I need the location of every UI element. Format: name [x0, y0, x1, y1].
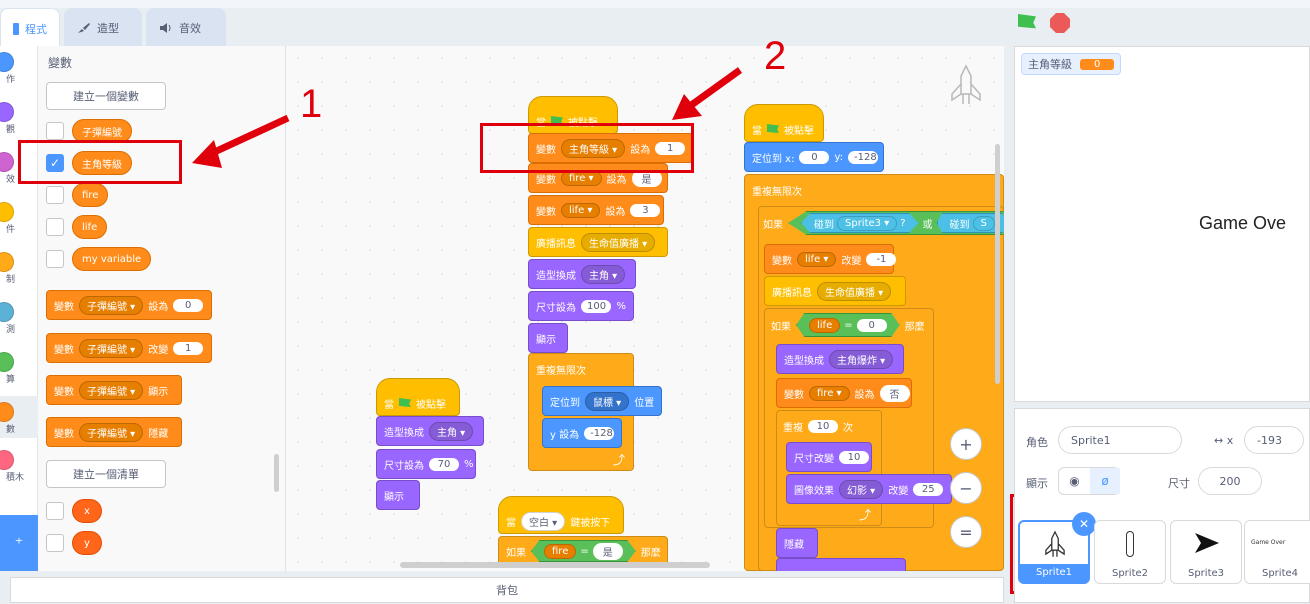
sprite-name: Sprite1 [1020, 564, 1088, 582]
show-label: 顯示 [1026, 477, 1048, 490]
bullet-icon [1126, 531, 1134, 557]
delete-sprite-button[interactable]: ✕ [1072, 512, 1096, 536]
x-label: ↔ x [1214, 434, 1234, 447]
game-over-text: Game Ove [1199, 213, 1287, 233]
size-label: 尺寸 [1168, 477, 1190, 490]
game-over-thumb-text: Game Over [1251, 539, 1286, 546]
sprite-name: Sprite3 [1187, 568, 1225, 579]
hide-sprite-button[interactable]: ø [1090, 468, 1120, 494]
visibility-toggle: ◉ ø [1058, 467, 1120, 495]
rocket-icon [1045, 530, 1065, 557]
sprite-thumb-sprite3[interactable]: Sprite3 [1170, 520, 1242, 584]
sprite-thumb-sprite2[interactable]: Sprite2 [1094, 520, 1166, 584]
stop-button[interactable] [1050, 13, 1070, 33]
monitor-label: 主角等級 [1028, 58, 1072, 71]
sprite-name-label: 角色 [1026, 436, 1048, 449]
eye-icon: ◉ [1069, 474, 1080, 488]
green-flag-button[interactable] [1018, 14, 1036, 32]
stage[interactable]: 主角等級 0 Game Ove [1014, 46, 1310, 402]
monitor-value: 0 [1080, 58, 1115, 70]
sprite-name-input[interactable]: Sprite1 [1058, 426, 1182, 454]
annotation-number-2: 2 [764, 34, 787, 78]
trash-icon: ✕ [1078, 517, 1090, 531]
x-input[interactable]: -193 [1244, 426, 1304, 454]
show-sprite-button[interactable]: ◉ [1059, 468, 1090, 494]
green-flag-icon [1018, 14, 1036, 30]
stage-header [1004, 8, 1310, 46]
sprite-name: Sprite2 [1111, 568, 1149, 579]
sprite-thumb-sprite4[interactable]: Game Over Sprite4 [1244, 520, 1310, 584]
annotation-number-1: 1 [300, 82, 323, 126]
backpack-bar[interactable]: 背包 [10, 577, 1004, 603]
eye-slash-icon: ø [1101, 474, 1109, 488]
sprite-name: Sprite4 [1261, 568, 1299, 579]
variable-monitor[interactable]: 主角等級 0 [1021, 53, 1122, 75]
size-input[interactable]: 200 [1198, 467, 1262, 495]
arrow-shape-icon [1195, 533, 1219, 553]
